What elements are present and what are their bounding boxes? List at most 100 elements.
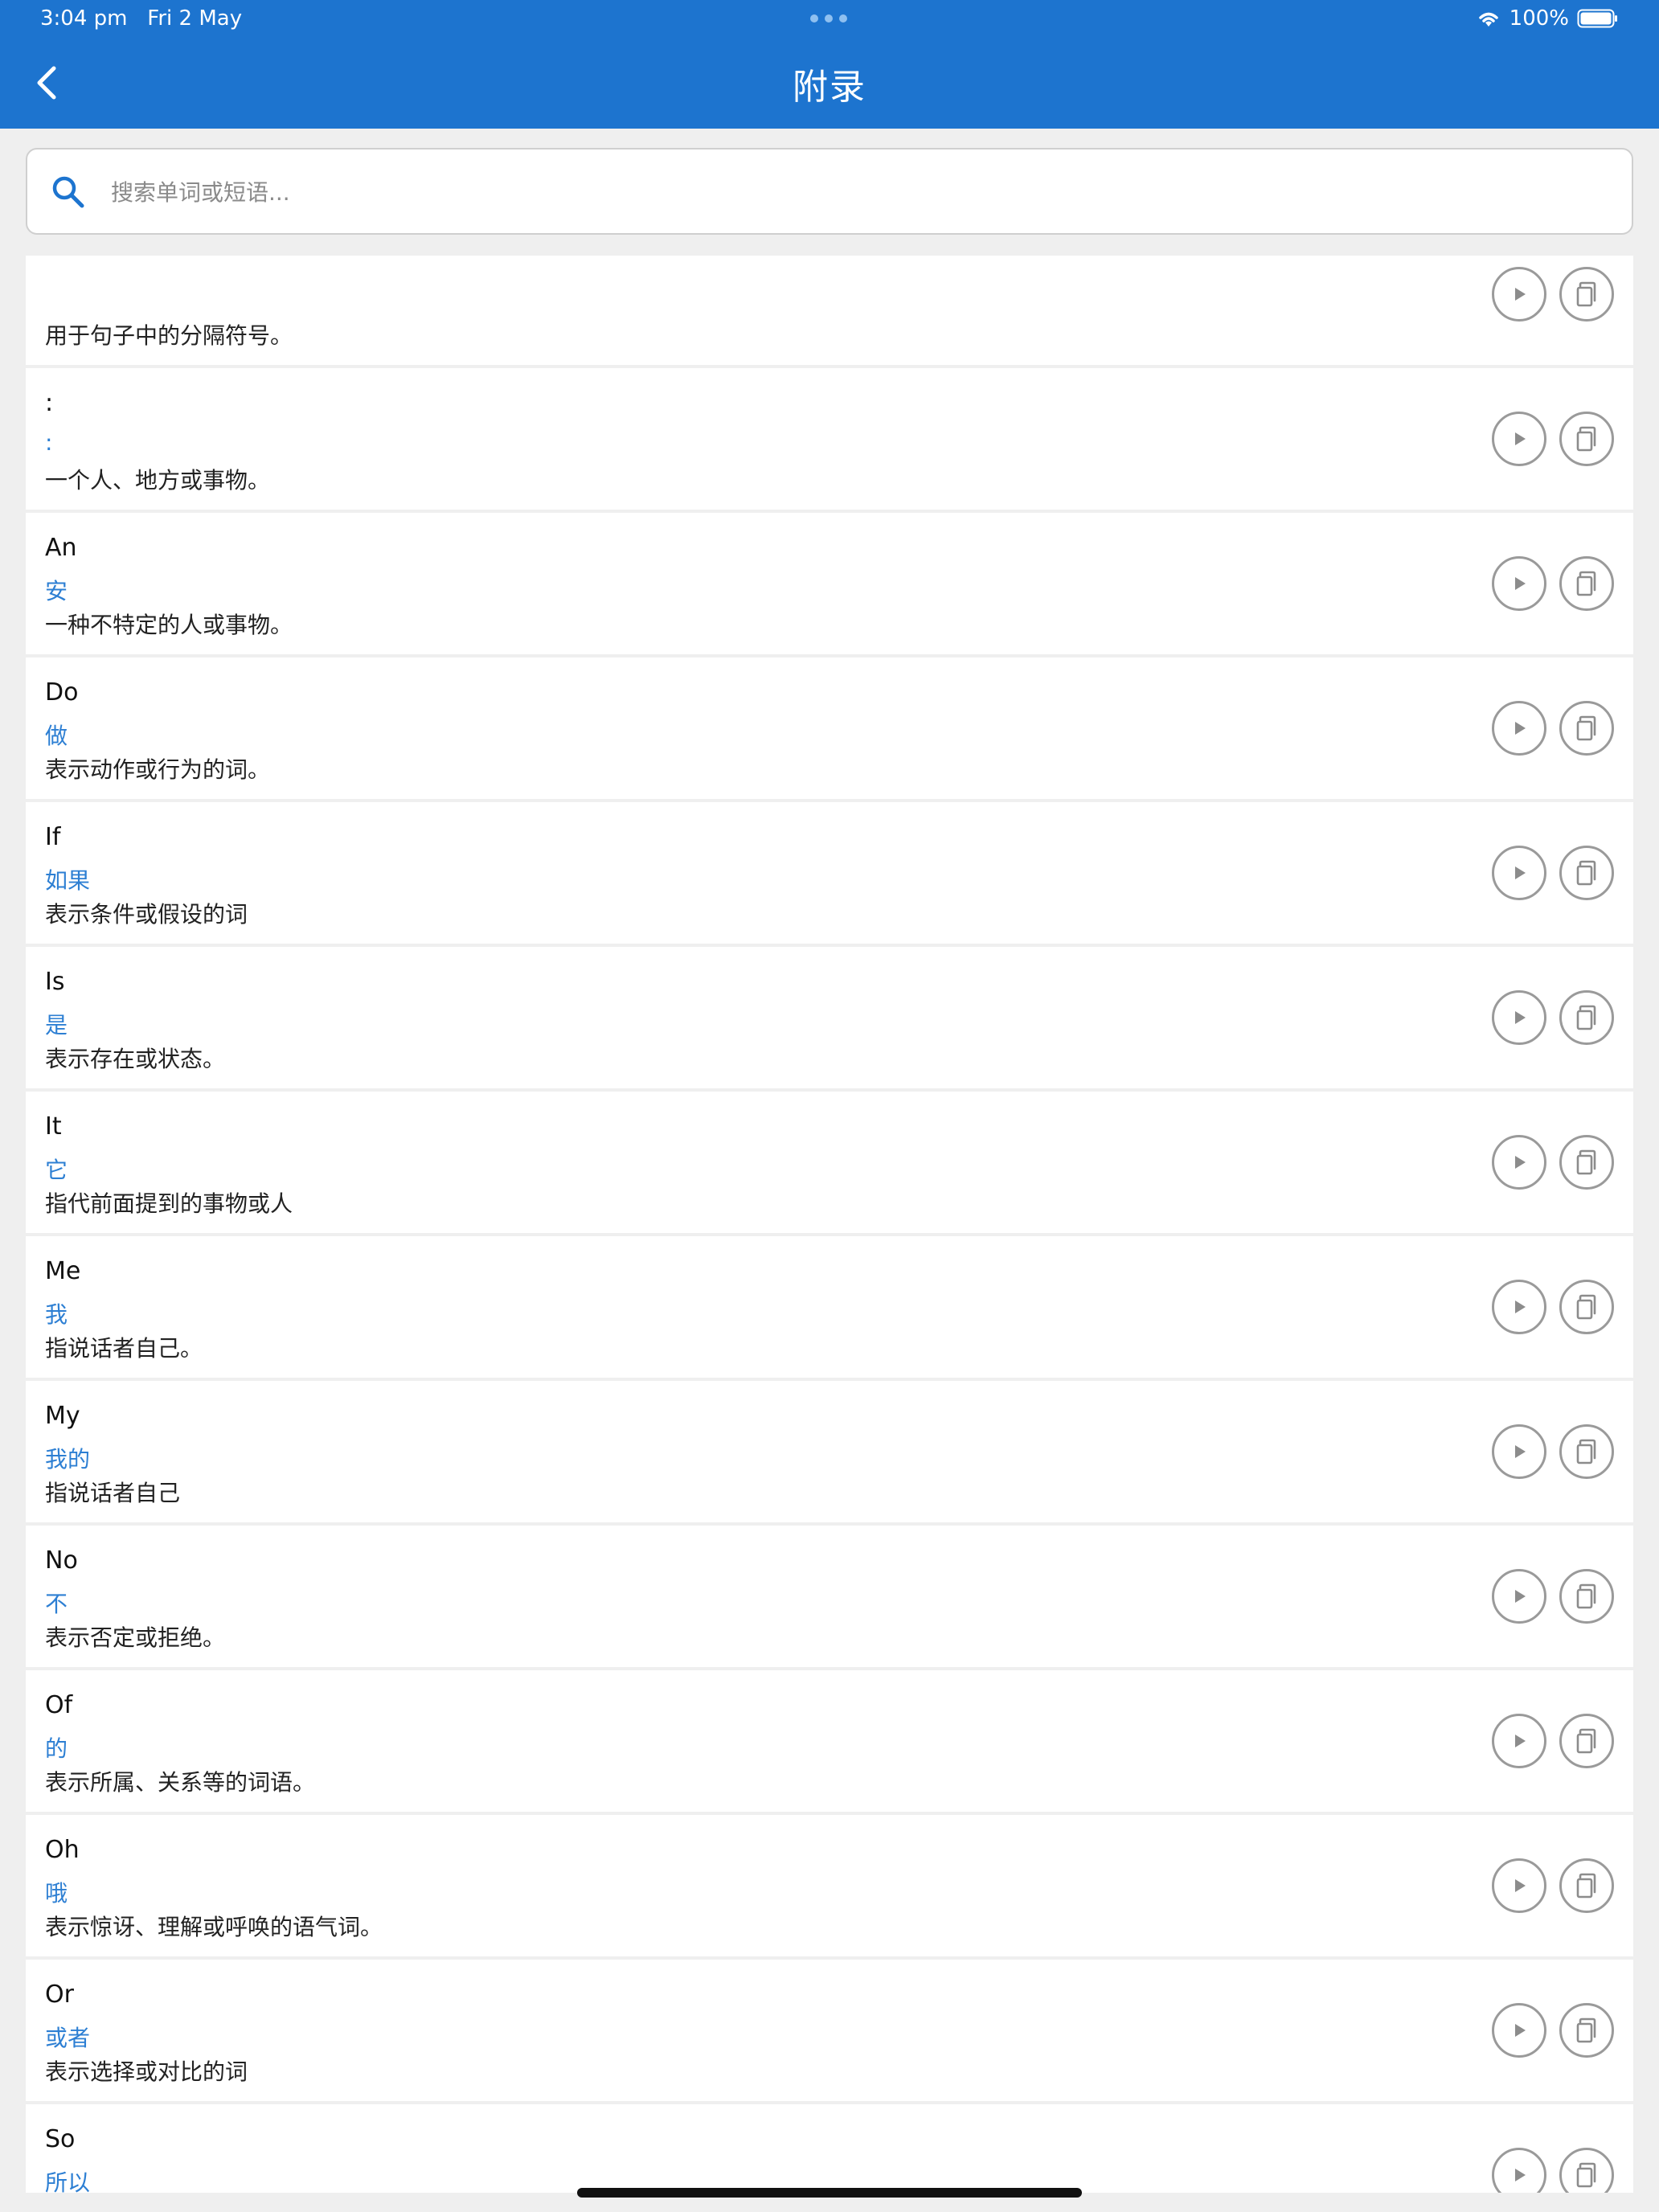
copy-button[interactable] [1559, 1714, 1614, 1768]
list-item[interactable]: An 安一种不特定的人或事物。 [26, 513, 1633, 654]
copy-icon [1571, 1580, 1603, 1612]
entry-definition: 表示动作或行为的词。 [45, 756, 271, 783]
list-item[interactable]: Do 做表示动作或行为的词。 [26, 657, 1633, 799]
search-input[interactable] [111, 166, 1598, 219]
play-icon [1505, 570, 1533, 597]
copy-icon [1571, 278, 1603, 310]
copy-icon [1571, 1725, 1603, 1757]
entry-translation: 它 [45, 1157, 68, 1183]
play-audio-button[interactable] [1492, 1569, 1546, 1624]
entry-word: Of [45, 1691, 73, 1719]
app-root: 3:04 pm Fri 2 May 100% 附录 搜索单词或短语... 用于句… [0, 0, 1659, 2212]
entry-translation: 不 [45, 1591, 68, 1617]
copy-button[interactable] [1559, 556, 1614, 611]
play-audio-button[interactable] [1492, 1714, 1546, 1768]
play-audio-button[interactable] [1492, 1135, 1546, 1190]
play-audio-button[interactable] [1492, 990, 1546, 1045]
list-item[interactable]: If 如果表示条件或假设的词 [26, 802, 1633, 944]
play-audio-button[interactable] [1492, 846, 1546, 900]
play-audio-button[interactable] [1492, 1280, 1546, 1334]
entry-word: It [45, 1112, 62, 1141]
list-item[interactable]: 用于句子中的分隔符号。 [26, 256, 1633, 365]
play-icon [1505, 2161, 1533, 2189]
entry-word: Me [45, 1257, 81, 1285]
copy-icon [1571, 567, 1603, 600]
play-audio-button[interactable] [1492, 1424, 1546, 1479]
copy-button[interactable] [1559, 1280, 1614, 1334]
entry-word: So [45, 2125, 76, 2153]
entry-definition: 表示惊讶、理解或呼唤的语气词。 [45, 1914, 383, 1940]
entry-translation: 或者 [45, 2025, 91, 2051]
appendix-list-content: 用于句子中的分隔符号。:: 一个人、地方或事物。 An 安一种不特定的人或事物。 Do 做… [26, 256, 1633, 2193]
copy-icon [1571, 1002, 1603, 1034]
entry-word: No [45, 1546, 78, 1575]
list-item[interactable]: No 不表示否定或拒绝。 [26, 1526, 1633, 1667]
entry-translation: 我 [45, 1301, 68, 1328]
list-item[interactable]: Is 是表示存在或状态。 [26, 947, 1633, 1088]
play-icon [1505, 1727, 1533, 1755]
play-icon [1505, 1149, 1533, 1176]
play-audio-button[interactable] [1492, 2148, 1546, 2193]
play-icon [1505, 425, 1533, 453]
entry-definition: 一个人、地方或事物。 [45, 467, 271, 494]
copy-icon [1571, 1146, 1603, 1178]
entry-definition: 一种不特定的人或事物。 [45, 612, 293, 638]
copy-button[interactable] [1559, 1858, 1614, 1913]
copy-button[interactable] [1559, 412, 1614, 466]
play-audio-button[interactable] [1492, 556, 1546, 611]
copy-button[interactable] [1559, 2148, 1614, 2193]
play-audio-button[interactable] [1492, 412, 1546, 466]
list-item[interactable]: Or 或者 表示选择或对比的词 [26, 1960, 1633, 2101]
entry-translation: 做 [45, 723, 68, 749]
list-item[interactable]: :: 一个人、地方或事物。 [26, 368, 1633, 510]
entry-translation: 所以 [45, 2169, 91, 2193]
copy-icon [1571, 712, 1603, 744]
list-item[interactable]: Of 的表示所属、关系等的词语。 [26, 1670, 1633, 1812]
entry-definition: 用于句子中的分隔符号。 [45, 322, 293, 349]
list-item[interactable]: So所以用于引导并列句的词语，表示承接关系。 [26, 2104, 1633, 2193]
copy-button[interactable] [1559, 1135, 1614, 1190]
play-icon [1505, 859, 1533, 887]
battery-icon [1577, 8, 1619, 29]
page-title: 附录 [793, 67, 866, 108]
entry-word: : [45, 389, 54, 417]
play-audio-button[interactable] [1492, 267, 1546, 322]
play-icon [1505, 1004, 1533, 1031]
copy-button[interactable] [1559, 990, 1614, 1045]
entry-definition: 指说话者自己。 [45, 1335, 203, 1362]
multitasking-dots-icon[interactable] [810, 14, 847, 23]
entry-translation: 的 [45, 1735, 68, 1762]
status-time-text: 3:04 pm [40, 6, 128, 31]
copy-icon [1571, 2159, 1603, 2191]
status-date-text: Fri 2 May [147, 6, 243, 31]
entry-definition: 表示存在或状态。 [45, 1046, 226, 1072]
entry-word: If [45, 823, 61, 851]
play-audio-button[interactable] [1492, 2003, 1546, 2058]
home-indicator[interactable] [577, 2188, 1082, 2198]
entry-translation: 我的 [45, 1446, 91, 1473]
list-item[interactable]: My 我的 指说话者自己 [26, 1381, 1633, 1522]
copy-button[interactable] [1559, 1424, 1614, 1479]
entry-word: Is [45, 968, 65, 996]
entry-definition: 表示条件或假设的词 [45, 901, 248, 928]
play-icon [1505, 281, 1533, 308]
copy-button[interactable] [1559, 2003, 1614, 2058]
entry-definition: 表示所属、关系等的词语。 [45, 1769, 316, 1796]
entry-definition: 指说话者自己 [45, 1480, 181, 1506]
entry-definition: 表示否定或拒绝。 [45, 1624, 226, 1651]
play-icon [1505, 1872, 1533, 1899]
copy-button[interactable] [1559, 701, 1614, 756]
copy-icon [1571, 857, 1603, 889]
copy-icon [1571, 1870, 1603, 1902]
play-audio-button[interactable] [1492, 1858, 1546, 1913]
list-item[interactable]: It 它指代前面提到的事物或人 [26, 1092, 1633, 1233]
list-item[interactable]: Oh 哦表示惊讶、理解或呼唤的语气词。 [26, 1815, 1633, 1956]
list-item[interactable]: Me 我指说话者自己。 [26, 1236, 1633, 1378]
appendix-list[interactable]: 用于句子中的分隔符号。:: 一个人、地方或事物。 An 安一种不特定的人或事物。 Do 做… [26, 256, 1633, 2193]
play-audio-button[interactable] [1492, 701, 1546, 756]
copy-button[interactable] [1559, 267, 1614, 322]
copy-button[interactable] [1559, 1569, 1614, 1624]
copy-button[interactable] [1559, 846, 1614, 900]
entry-translation: 如果 [45, 867, 91, 894]
copy-icon [1571, 1291, 1603, 1323]
